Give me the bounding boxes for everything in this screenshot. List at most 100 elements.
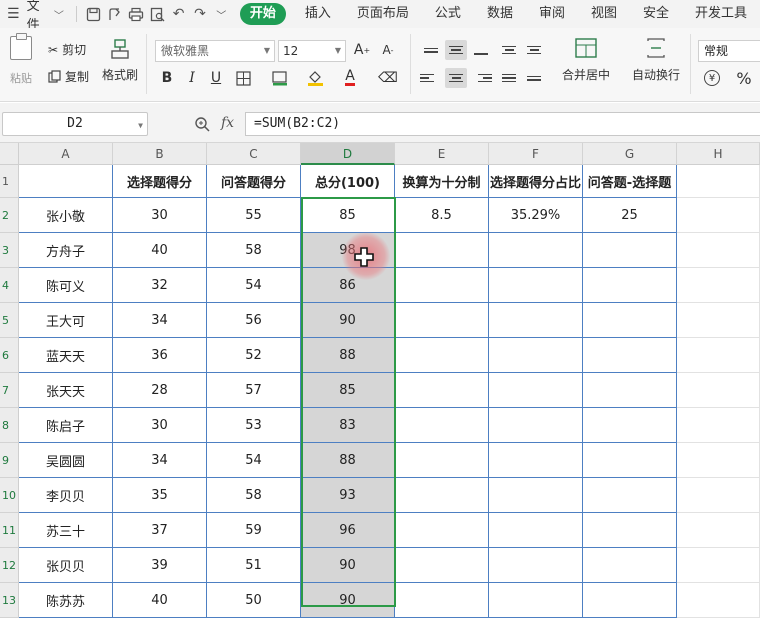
align-bottom-icon[interactable] — [470, 40, 492, 60]
font-size-select[interactable]: 12 ▼ — [278, 40, 346, 62]
empty-cell[interactable] — [677, 513, 760, 548]
row-header[interactable]: 13 — [0, 583, 19, 618]
row-header[interactable]: 6 — [0, 338, 19, 373]
data-cell-col-c[interactable]: 56 — [207, 303, 301, 338]
select-all-corner[interactable] — [0, 143, 19, 165]
data-cell-col-g[interactable]: 25 — [583, 198, 677, 233]
data-cell-col-c[interactable]: 54 — [207, 268, 301, 303]
data-cell-col-c[interactable]: 51 — [207, 548, 301, 583]
empty-cell[interactable] — [677, 268, 760, 303]
save-icon[interactable] — [83, 3, 104, 25]
data-cell-col-e[interactable] — [395, 338, 489, 373]
tab-home[interactable]: 开始 — [239, 3, 286, 25]
number-format-select[interactable]: 常规 — [698, 40, 760, 62]
tab-formulas[interactable]: 公式 — [422, 3, 474, 25]
data-cell-col-d[interactable]: 85 — [301, 198, 395, 233]
data-cell-col-e[interactable] — [395, 513, 489, 548]
name-box[interactable]: D2 ▼ — [2, 112, 148, 136]
data-cell-col-g[interactable] — [583, 233, 677, 268]
data-cell-col-d[interactable]: 96 — [301, 513, 395, 548]
tab-insert[interactable]: 插入 — [292, 3, 344, 25]
data-cell-col-f[interactable] — [489, 513, 583, 548]
data-cell-col-c[interactable]: 52 — [207, 338, 301, 373]
fill-color-icon[interactable] — [305, 68, 325, 88]
name-cell[interactable]: 陈可义 — [19, 268, 113, 303]
data-cell-col-g[interactable] — [583, 443, 677, 478]
data-cell-col-e[interactable] — [395, 443, 489, 478]
empty-cell[interactable] — [677, 583, 760, 618]
cut-button[interactable]: ✂ 剪切 — [48, 41, 86, 58]
name-cell[interactable]: 苏三十 — [19, 513, 113, 548]
name-cell[interactable]: 李贝贝 — [19, 478, 113, 513]
column-header-g[interactable]: G — [583, 143, 677, 165]
empty-cell[interactable] — [677, 338, 760, 373]
function-icon[interactable]: fx — [221, 115, 234, 131]
tab-security[interactable]: 安全 — [630, 3, 682, 25]
data-cell-col-d[interactable]: 88 — [301, 443, 395, 478]
print-preview-icon[interactable] — [147, 3, 168, 25]
row-header[interactable]: 8 — [0, 408, 19, 443]
row-header[interactable]: 3 — [0, 233, 19, 268]
header-cell-col-f[interactable]: 选择题得分占比 — [489, 165, 583, 198]
row-header[interactable]: 10 — [0, 478, 19, 513]
print-icon[interactable] — [125, 3, 146, 25]
zoom-search-icon[interactable] — [194, 116, 210, 136]
underline-icon[interactable]: U — [206, 68, 226, 88]
row-header[interactable]: 12 — [0, 548, 19, 583]
data-cell-col-d[interactable]: 90 — [301, 303, 395, 338]
empty-cell[interactable] — [677, 548, 760, 583]
merge-center-button[interactable]: 合并居中 — [562, 38, 610, 83]
data-cell-col-g[interactable] — [583, 338, 677, 373]
header-cell-col-g[interactable]: 问答题-选择题 — [583, 165, 677, 198]
data-cell-col-f[interactable] — [489, 583, 583, 618]
data-cell-col-b[interactable]: 32 — [113, 268, 207, 303]
data-cell-col-g[interactable] — [583, 583, 677, 618]
data-cell-col-d[interactable]: 88 — [301, 338, 395, 373]
data-cell-col-g[interactable] — [583, 268, 677, 303]
bold-icon[interactable]: B — [157, 68, 177, 88]
data-cell-col-c[interactable]: 58 — [207, 233, 301, 268]
data-cell-col-g[interactable] — [583, 303, 677, 338]
name-cell[interactable]: 王大可 — [19, 303, 113, 338]
name-cell[interactable]: 蓝天天 — [19, 338, 113, 373]
clear-format-icon[interactable]: ⌫ — [378, 68, 398, 88]
empty-cell[interactable] — [677, 373, 760, 408]
distributed-icon[interactable] — [523, 68, 545, 88]
data-cell-col-f[interactable]: 35.29% — [489, 198, 583, 233]
font-name-select[interactable]: 微软雅黑 ▼ — [155, 40, 275, 62]
data-cell-col-e[interactable] — [395, 548, 489, 583]
data-cell-col-e[interactable] — [395, 268, 489, 303]
data-cell-col-g[interactable] — [583, 478, 677, 513]
increase-font-icon[interactable]: A + — [352, 40, 372, 60]
data-cell-col-c[interactable]: 58 — [207, 478, 301, 513]
format-painter-button[interactable]: 格式刷 — [102, 38, 138, 83]
data-cell-col-g[interactable] — [583, 513, 677, 548]
data-cell-col-e[interactable] — [395, 373, 489, 408]
row-header[interactable]: 1 — [0, 165, 19, 198]
name-cell[interactable]: 方舟子 — [19, 233, 113, 268]
align-center-icon[interactable] — [445, 68, 467, 88]
data-cell-col-d[interactable]: 90 — [301, 548, 395, 583]
empty-cell[interactable] — [677, 233, 760, 268]
header-cell-col-d[interactable]: 总分(100) — [301, 165, 395, 198]
data-cell-col-e[interactable] — [395, 303, 489, 338]
name-cell[interactable]: 张天天 — [19, 373, 113, 408]
name-cell[interactable]: 陈苏苏 — [19, 583, 113, 618]
header-cell-col-e[interactable]: 换算为十分制 — [395, 165, 489, 198]
header-cell-col-a[interactable] — [19, 165, 113, 198]
indent-decrease-icon[interactable] — [498, 40, 520, 60]
data-cell-col-d[interactable]: 98 — [301, 233, 395, 268]
align-top-icon[interactable] — [420, 40, 442, 60]
data-cell-col-e[interactable] — [395, 478, 489, 513]
data-cell-col-b[interactable]: 35 — [113, 478, 207, 513]
redo-icon[interactable]: ↷ — [189, 3, 210, 25]
data-cell-col-d[interactable]: 90 — [301, 583, 395, 618]
justify-icon[interactable] — [498, 68, 520, 88]
row-header[interactable]: 9 — [0, 443, 19, 478]
data-cell-col-c[interactable]: 53 — [207, 408, 301, 443]
column-header-a[interactable]: A — [19, 143, 113, 165]
tab-developer[interactable]: 开发工具 — [682, 3, 760, 25]
data-cell-col-f[interactable] — [489, 338, 583, 373]
data-cell-col-b[interactable]: 34 — [113, 303, 207, 338]
data-cell-col-b[interactable]: 30 — [113, 198, 207, 233]
